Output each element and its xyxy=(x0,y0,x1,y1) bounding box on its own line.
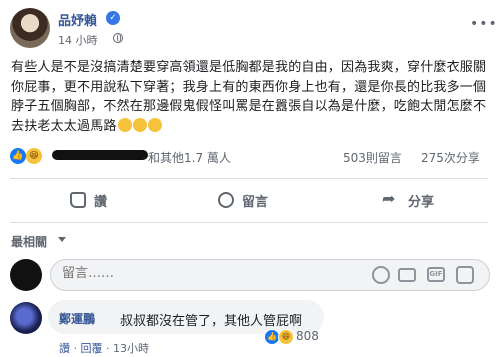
thinking-emoji-icon xyxy=(117,117,132,132)
comment-timestamp[interactable]: 13小時 xyxy=(113,342,149,355)
redacted-names xyxy=(52,150,148,160)
dropdown-caret-icon[interactable] xyxy=(58,237,66,242)
verified-badge-icon: ✓ xyxy=(106,11,120,25)
share-button-label: 分享 xyxy=(408,194,435,210)
comment-button-label: 留言 xyxy=(242,194,269,210)
comment-actions: 讚 · 回覆 · 13小時 xyxy=(59,340,149,356)
globe-icon xyxy=(113,33,123,43)
separator: · xyxy=(106,342,113,355)
post-text: 有些人是不是沒搞清楚要穿高領還是低胸都是我的自由，因為我爽，穿什麼衣服關你屁事，… xyxy=(11,60,487,134)
share-count[interactable]: 275次分享 xyxy=(421,149,480,166)
post-timestamp[interactable]: 14 小時 xyxy=(58,32,98,48)
divider xyxy=(10,178,488,179)
thinking-emoji-icon xyxy=(132,117,147,132)
post-body: 有些人是不是沒搞清楚要穿高領還是低胸都是我的自由，因為我爽，穿什麼衣服關你屁事，… xyxy=(11,58,491,136)
like-button-label: 讚 xyxy=(94,194,108,210)
comment-input[interactable] xyxy=(62,266,322,281)
comment-count[interactable]: 503則留言 xyxy=(343,149,402,166)
like-reaction-icon[interactable]: 👍 xyxy=(10,148,26,164)
comment-like-link[interactable]: 讚 xyxy=(59,342,70,355)
camera-icon[interactable] xyxy=(398,268,416,282)
more-options-icon[interactable]: ••• xyxy=(470,16,498,32)
divider xyxy=(10,222,488,223)
thumbs-up-icon xyxy=(70,192,86,208)
haha-reaction-icon[interactable]: 😆 xyxy=(278,329,294,345)
comment-text: 叔叔都沒在管了，其他人管屁啊 xyxy=(120,314,303,329)
comment-sort-dropdown[interactable]: 最相關 xyxy=(11,233,47,250)
commenter-name[interactable]: 鄭運鵬 xyxy=(59,310,95,327)
commenter-avatar[interactable] xyxy=(10,302,42,334)
emoji-icon[interactable] xyxy=(372,266,390,284)
comment-reaction-count[interactable]: 808 xyxy=(296,329,319,343)
reaction-summary[interactable]: 和其他1.7 萬人 xyxy=(148,149,231,166)
viewer-avatar xyxy=(10,259,42,291)
haha-reaction-icon[interactable]: 😆 xyxy=(26,148,42,164)
sticker-icon[interactable] xyxy=(456,266,474,284)
share-arrow-icon xyxy=(382,189,400,208)
author-avatar[interactable] xyxy=(10,8,50,48)
share-button[interactable]: 分享 xyxy=(382,186,434,214)
comment-reply-link[interactable]: 回覆 xyxy=(81,342,103,355)
gif-icon[interactable]: GIF xyxy=(427,267,445,282)
thinking-emoji-icon xyxy=(147,117,162,132)
like-button[interactable]: 讚 xyxy=(70,186,107,214)
author-name[interactable]: 品妤賴 xyxy=(58,10,97,29)
comment-button[interactable]: 留言 xyxy=(218,186,268,214)
comment-bubble-icon xyxy=(218,192,234,208)
separator: · xyxy=(73,342,81,355)
